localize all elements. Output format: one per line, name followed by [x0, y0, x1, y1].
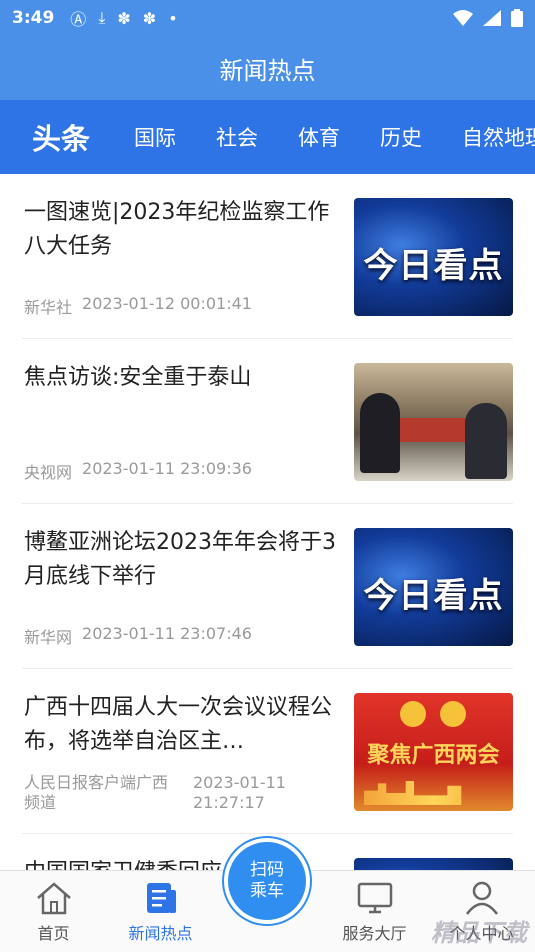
tab-society[interactable]: 社会 — [216, 122, 258, 152]
app-icon: ✽ — [142, 8, 157, 28]
scan-ride-line1: 扫码 — [250, 860, 284, 880]
dot-icon: • — [168, 8, 178, 28]
nav-news[interactable]: 新闻热点 — [107, 871, 214, 952]
thumbnail-caption: 聚焦广西两会 — [367, 743, 500, 768]
battery-icon — [511, 9, 523, 27]
news-title: 一图速览|2023年纪检监察工作八大任务 — [24, 200, 330, 259]
news-item[interactable]: 博鳌亚洲论坛2023年年会将于3月底线下举行 新华网 2023-01-11 23… — [22, 504, 513, 669]
news-title: 广西十四届人大一次会议议程公布，将选举自治区主… — [24, 695, 333, 754]
news-meta: 新华社 2023-01-12 00:01:41 — [24, 294, 252, 318]
news-source: 央视网 — [24, 463, 73, 482]
status-bar: 3:49 Ⓐ ⤓ ✽ ✽ • — [0, 0, 535, 36]
nav-service[interactable]: 服务大厅 — [321, 871, 428, 952]
service-icon — [357, 882, 392, 914]
news-list: 一图速览|2023年纪检监察工作八大任务 新华社 2023-01-12 00:0… — [0, 174, 535, 870]
wifi-icon — [453, 10, 473, 26]
nav-service-label: 服务大厅 — [342, 924, 407, 943]
thumbnail-caption: 今日看点 — [363, 576, 504, 616]
tab-sports[interactable]: 体育 — [298, 122, 340, 152]
news-item[interactable]: 广西十四届人大一次会议议程公布，将选举自治区主… 人民日报客户端广西频道 202… — [22, 669, 513, 834]
news-datetime: 2023-01-11 21:27:17 — [192, 773, 286, 812]
tab-headlines[interactable]: 头条 — [32, 116, 90, 158]
news-item[interactable]: 焦点访谈:安全重于泰山 央视网 2023-01-11 23:09:36 — [22, 339, 513, 504]
news-icon — [146, 883, 176, 913]
nav-home[interactable]: 首页 — [0, 871, 107, 952]
category-tabs: 头条 国际 社会 体育 历史 自然地理 — [0, 100, 535, 174]
news-datetime: 2023-01-12 00:01:41 — [82, 294, 252, 313]
tab-international[interactable]: 国际 — [134, 122, 176, 152]
scan-ride-button[interactable]: 扫码 乘车 — [224, 838, 310, 924]
photo-person — [465, 403, 507, 479]
a-icon: Ⓐ — [70, 10, 87, 29]
news-thumbnail — [354, 363, 513, 481]
emblem-icon — [400, 701, 426, 727]
watermark: 精品下载 — [431, 919, 527, 947]
news-meta: 央视网 2023-01-11 23:09:36 — [24, 459, 252, 483]
page-title: 新闻热点 — [0, 36, 535, 100]
nav-news-label: 新闻热点 — [128, 924, 193, 943]
scan-ride-line2: 乘车 — [250, 881, 284, 901]
signal-icon — [483, 10, 501, 26]
news-thumbnail: 今日看点 — [354, 198, 513, 316]
city-skyline — [364, 781, 462, 805]
emblem-icon — [440, 701, 466, 727]
news-datetime: 2023-01-11 23:09:36 — [82, 459, 252, 478]
news-thumbnail: 今日看点 — [354, 528, 513, 646]
download-icon: ⤓ — [98, 8, 106, 27]
news-source: 人民日报客户端广西频道 — [24, 773, 169, 812]
news-title: 博鳌亚洲论坛2023年年会将于3月底线下举行 — [24, 530, 336, 589]
news-source: 新华网 — [24, 628, 73, 647]
news-source: 新华社 — [24, 298, 73, 317]
nav-home-label: 首页 — [37, 924, 70, 943]
news-title: 焦点访谈:安全重于泰山 — [24, 365, 252, 390]
news-datetime: 2023-01-11 23:07:46 — [82, 624, 252, 643]
tab-geography[interactable]: 自然地理 — [462, 122, 535, 152]
app-icon: ✽ — [117, 8, 131, 28]
news-meta: 新华网 2023-01-11 23:07:46 — [24, 624, 252, 648]
news-thumbnail: 聚焦广西两会 — [354, 693, 513, 811]
user-icon — [465, 881, 498, 915]
tab-history[interactable]: 历史 — [380, 122, 422, 152]
status-time: 3:49 — [12, 8, 55, 28]
home-icon — [36, 882, 71, 915]
news-item[interactable]: 一图速览|2023年纪检监察工作八大任务 新华社 2023-01-12 00:0… — [22, 174, 513, 339]
news-thumbnail — [354, 858, 513, 870]
thumbnail-caption: 今日看点 — [363, 246, 504, 286]
news-meta: 人民日报客户端广西频道 2023-01-11 21:27:17 — [24, 773, 342, 813]
photo-person — [360, 393, 400, 473]
